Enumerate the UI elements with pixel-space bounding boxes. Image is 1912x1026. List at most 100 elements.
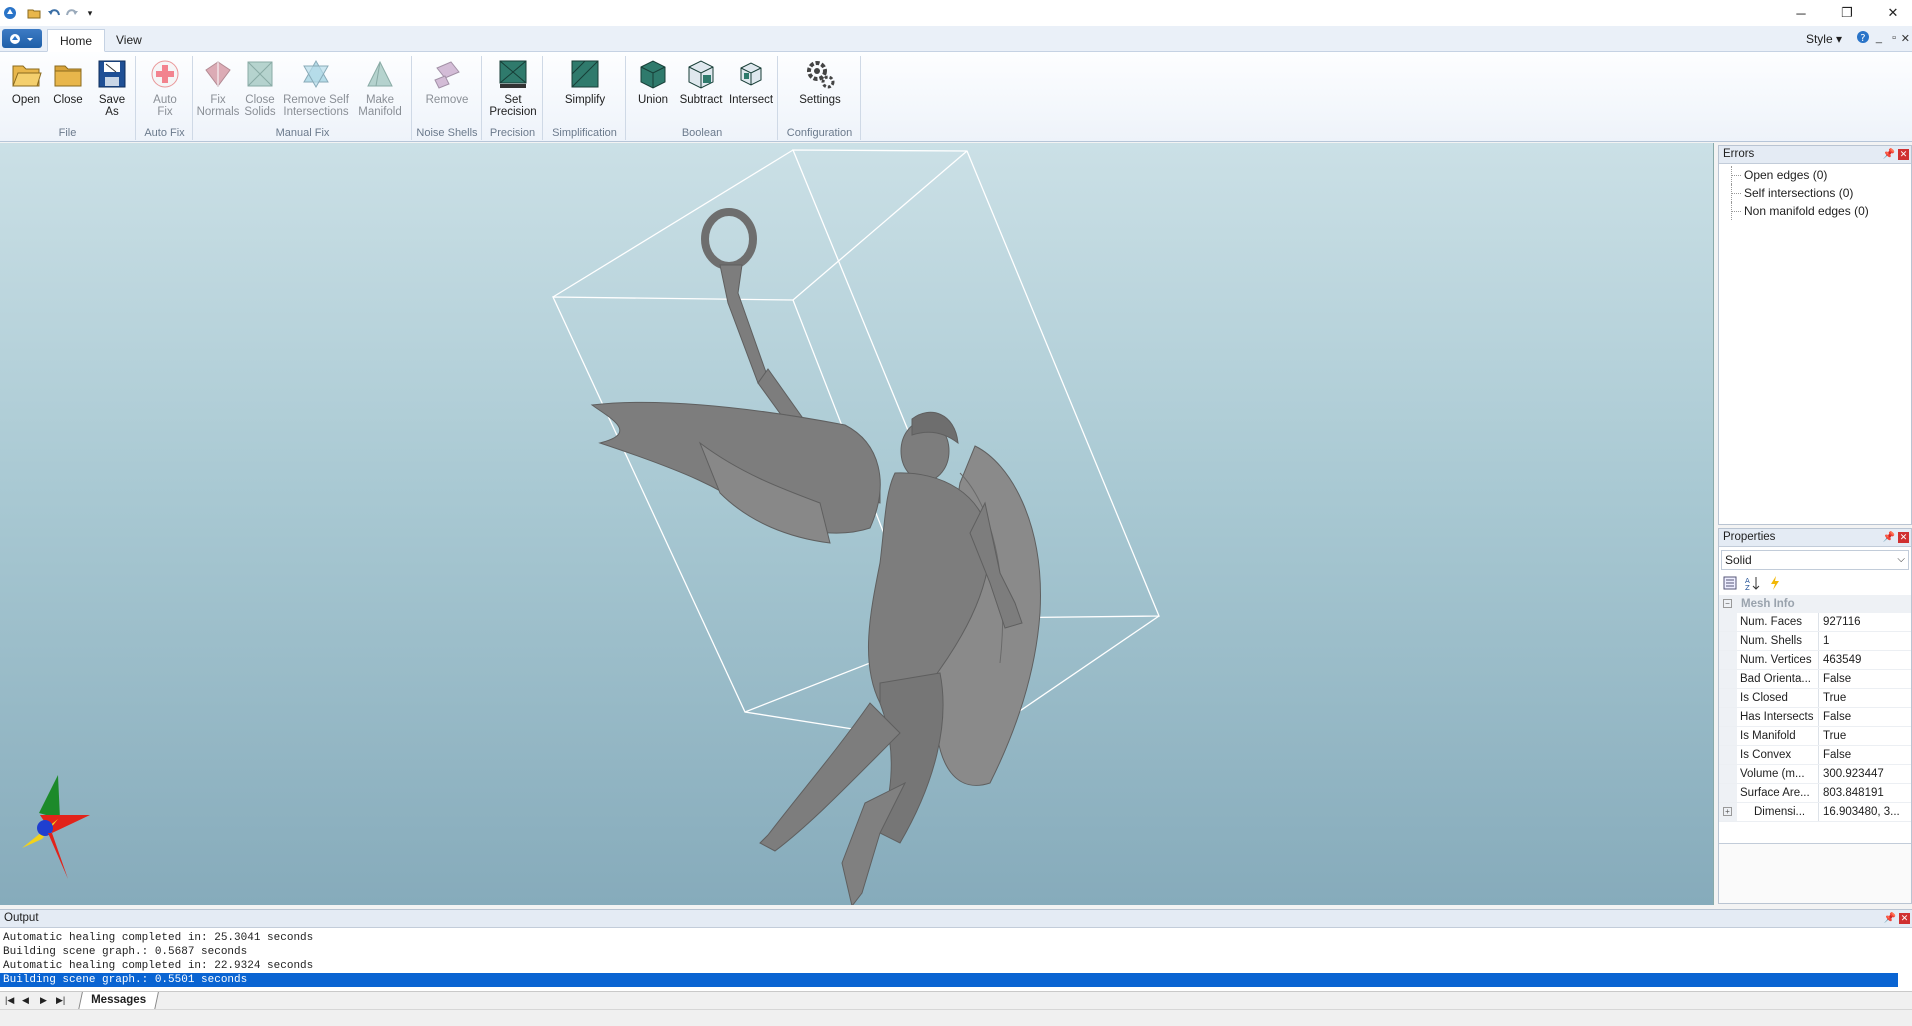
help-icon[interactable]: ? — [1856, 30, 1870, 47]
close-solids-icon — [247, 61, 273, 87]
property-key: Is Convex — [1737, 746, 1819, 764]
property-row[interactable]: Is Manifold True — [1719, 727, 1911, 746]
auto-fix-button[interactable]: Auto Fix — [141, 58, 189, 118]
auto-fix-label: Auto Fix — [153, 94, 177, 118]
angel-statue-model — [590, 208, 1041, 905]
property-row[interactable]: Bad Orienta... False — [1719, 670, 1911, 689]
output-panel: Output 📌 ✕ Automatic healing completed i… — [0, 909, 1912, 1010]
group-label-file: File — [58, 127, 77, 139]
make-manifold-button[interactable]: Make Manifold — [354, 58, 406, 118]
row-gutter — [1719, 784, 1737, 802]
property-category-mesh-info[interactable]: − Mesh Info — [1719, 595, 1911, 613]
property-row[interactable]: Surface Are... 803.848191 — [1719, 784, 1911, 803]
remove-shells-icon — [434, 61, 460, 89]
remove-self-intersections-button[interactable]: Remove Self Intersections — [282, 58, 350, 118]
close-icon[interactable]: ✕ — [1899, 913, 1910, 924]
close-icon[interactable]: ✕ — [1898, 149, 1909, 160]
property-value: False — [1823, 749, 1852, 761]
customize-toolbar-icon[interactable]: ▾ — [82, 5, 98, 21]
property-grid: Num. Faces 927116 Num. Shells 1 Num. Verti… — [1719, 613, 1911, 822]
tab-home[interactable]: Home — [47, 29, 106, 52]
error-item-non-manifold-edges[interactable]: Non manifold edges (0) — [1719, 202, 1911, 220]
pin-icon[interactable]: 📌 — [1883, 529, 1895, 546]
close-button[interactable]: ✕ — [1870, 0, 1912, 26]
mdi-restore-icon[interactable]: ▫ — [1892, 32, 1896, 44]
close-file-button[interactable]: Close — [48, 58, 88, 106]
collapse-icon[interactable]: − — [1723, 599, 1732, 608]
errors-panel-title: Errors — [1723, 148, 1755, 160]
sort-alphabetical-icon[interactable]: AZ — [1745, 576, 1761, 593]
subtract-button[interactable]: Subtract — [677, 58, 725, 106]
style-menu[interactable]: Style ▾ — [1806, 32, 1842, 46]
orientation-axes-gizmo[interactable] — [22, 775, 90, 879]
save-as-label: Save As — [98, 94, 126, 118]
error-item-self-intersections[interactable]: Self intersections (0) — [1719, 184, 1911, 202]
intersect-cube-icon — [740, 62, 762, 86]
error-item-open-edges[interactable]: Open edges (0) — [1719, 166, 1911, 184]
open-folder-icon — [12, 65, 42, 87]
minimize-button[interactable]: ─ — [1778, 0, 1824, 26]
categorized-view-icon[interactable] — [1723, 576, 1737, 593]
undo-icon[interactable] — [46, 5, 62, 21]
redo-icon[interactable] — [64, 5, 80, 21]
property-row[interactable]: Num. Shells 1 — [1719, 632, 1911, 651]
pin-icon[interactable]: 📌 — [1884, 910, 1896, 927]
row-gutter: + — [1719, 803, 1737, 821]
group-manual-fix: Fix Normals Close Solids Remove Self Int… — [194, 56, 412, 140]
open-folder-icon[interactable] — [26, 5, 42, 21]
tab-view[interactable]: View — [104, 29, 154, 52]
property-row[interactable]: Num. Faces 927116 — [1719, 613, 1911, 632]
pin-icon[interactable]: 📌 — [1883, 146, 1895, 163]
simplify-icon — [571, 60, 599, 88]
close-icon[interactable]: ✕ — [1898, 532, 1909, 543]
3d-viewport[interactable] — [0, 143, 1714, 905]
intersect-button[interactable]: Intersect — [727, 58, 775, 106]
scene-canvas — [22, 149, 1160, 905]
close-solids-label: Close Solids — [244, 94, 276, 118]
remove-noise-shells-button[interactable]: Remove — [423, 58, 471, 106]
mdi-close-icon[interactable]: ✕ — [1901, 32, 1910, 45]
restore-button[interactable]: ❐ — [1824, 0, 1870, 26]
property-row[interactable]: Is Closed True — [1719, 689, 1911, 708]
subtract-cube-icon — [688, 60, 714, 89]
property-key: Dimensi... — [1737, 803, 1819, 821]
chevron-down-icon: ▾ — [1835, 32, 1842, 46]
property-value: False — [1823, 673, 1852, 685]
group-boolean: Union Subtract Intersect Boolean — [627, 56, 778, 140]
fix-normals-icon — [205, 61, 231, 87]
next-tab-icon[interactable]: ▶ — [40, 995, 47, 1006]
group-auto-fix: Auto Fix Auto Fix — [137, 56, 193, 140]
simplify-button[interactable]: Simplify — [560, 58, 610, 106]
close-solids-button[interactable]: Close Solids — [240, 58, 280, 118]
output-log[interactable]: Automatic healing completed in: 25.3041 … — [0, 928, 1912, 987]
property-value: 300.923447 — [1823, 768, 1884, 780]
property-row[interactable]: Has Intersects False — [1719, 708, 1911, 727]
properties-panel-header: Properties 📌 ✕ — [1719, 529, 1911, 547]
tab-messages[interactable]: Messages — [78, 992, 159, 1010]
union-button[interactable]: Union — [631, 58, 675, 106]
save-as-button[interactable]: Save As — [92, 58, 132, 118]
row-gutter — [1719, 708, 1737, 726]
object-selector-dropdown[interactable]: Solid ⌵ — [1721, 550, 1909, 570]
first-tab-icon[interactable]: |◀ — [5, 995, 14, 1006]
property-value: True — [1823, 692, 1847, 704]
application-menu-button[interactable] — [2, 29, 42, 48]
last-tab-icon[interactable]: ▶| — [56, 995, 65, 1006]
open-button[interactable]: Open — [6, 58, 46, 106]
tab-messages-label: Messages — [91, 994, 147, 1006]
mdi-minimize-icon[interactable]: _ — [1876, 32, 1882, 44]
lightning-events-icon[interactable] — [1769, 575, 1781, 593]
expand-icon[interactable]: + — [1723, 807, 1732, 816]
row-gutter — [1719, 689, 1737, 707]
property-value: 16.903480, 3... — [1823, 806, 1900, 818]
property-row[interactable]: Is Convex False — [1719, 746, 1911, 765]
closed-folder-icon — [54, 65, 82, 87]
property-row[interactable]: Num. Vertices 463549 — [1719, 651, 1911, 670]
property-row[interactable]: + Dimensi... 16.903480, 3... — [1719, 803, 1911, 822]
property-row[interactable]: Volume (m... 300.923447 — [1719, 765, 1911, 784]
fix-normals-button[interactable]: Fix Normals — [196, 58, 240, 118]
settings-button[interactable]: Settings — [793, 58, 847, 106]
set-precision-button[interactable]: Set Precision — [489, 58, 537, 118]
previous-tab-icon[interactable]: ◀ — [22, 995, 29, 1006]
property-key: Has Intersects — [1737, 708, 1819, 726]
